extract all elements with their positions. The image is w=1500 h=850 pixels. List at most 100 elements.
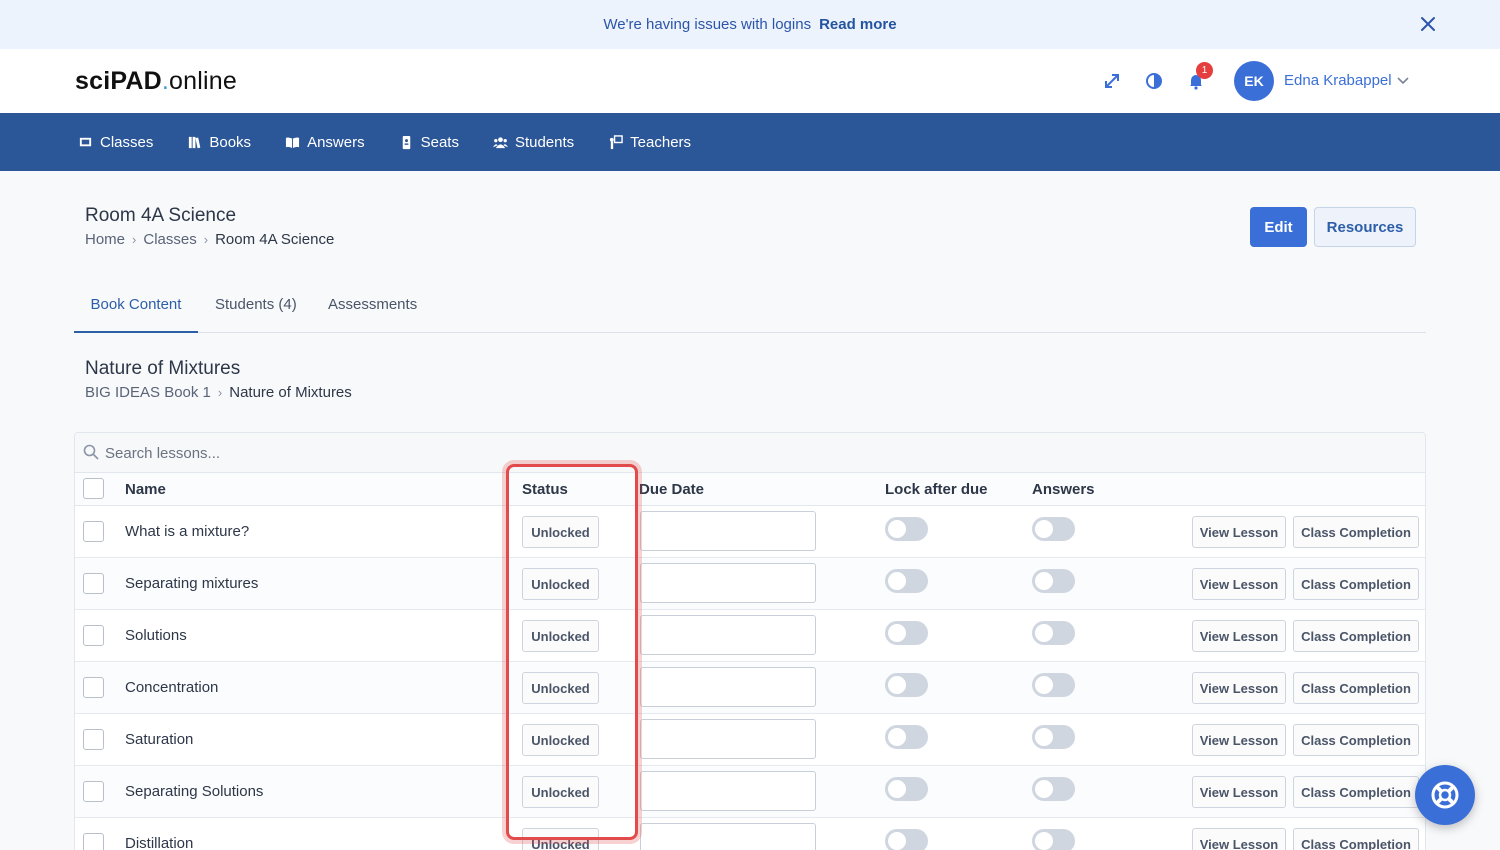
breadcrumb-section: Nature of Mixtures xyxy=(229,384,352,401)
close-icon[interactable] xyxy=(1418,14,1438,34)
class-completion-button[interactable]: Class Completion xyxy=(1293,672,1419,704)
status-button[interactable]: Unlocked xyxy=(522,828,599,850)
view-lesson-button[interactable]: View Lesson xyxy=(1192,516,1286,548)
due-date-input[interactable] xyxy=(640,511,816,551)
app-logo[interactable]: sciPAD.online xyxy=(75,67,237,96)
row-checkbox[interactable] xyxy=(83,573,104,594)
class-completion-button[interactable]: Class Completion xyxy=(1293,620,1419,652)
lessons-table: Name Status Due Date Lock after due Answ… xyxy=(74,432,1426,850)
row-checkbox[interactable] xyxy=(83,521,104,542)
user-name[interactable]: Edna Krabappel xyxy=(1284,72,1392,89)
due-date-input[interactable] xyxy=(640,823,816,850)
header-name[interactable]: Name xyxy=(125,481,166,498)
section-breadcrumb: BIG IDEAS Book 1 › Nature of Mixtures xyxy=(85,384,352,401)
status-button[interactable]: Unlocked xyxy=(522,672,599,704)
contrast-icon[interactable] xyxy=(1144,71,1164,91)
answers-toggle[interactable] xyxy=(1032,621,1075,645)
lifebuoy-icon xyxy=(1431,781,1459,809)
row-checkbox[interactable] xyxy=(83,833,104,850)
header-lock-after-due[interactable]: Lock after due xyxy=(885,481,988,498)
chevron-down-icon[interactable] xyxy=(1396,74,1410,88)
page-title: Room 4A Science xyxy=(85,205,237,226)
view-lesson-button[interactable]: View Lesson xyxy=(1192,724,1286,756)
tab-book-content[interactable]: Book Content xyxy=(74,283,198,333)
view-lesson-button[interactable]: View Lesson xyxy=(1192,828,1286,850)
lock-after-due-toggle[interactable] xyxy=(885,725,928,749)
lock-after-due-toggle[interactable] xyxy=(885,569,928,593)
nav-item-teachers[interactable]: Teachers xyxy=(608,134,691,151)
breadcrumb-classes[interactable]: Classes xyxy=(143,231,196,248)
row-checkbox[interactable] xyxy=(83,781,104,802)
view-lesson-button[interactable]: View Lesson xyxy=(1192,620,1286,652)
due-date-input[interactable] xyxy=(640,771,816,811)
class-completion-button[interactable]: Class Completion xyxy=(1293,568,1419,600)
teachers-icon xyxy=(610,134,623,149)
select-all-checkbox[interactable] xyxy=(83,478,104,499)
answers-toggle[interactable] xyxy=(1032,517,1075,541)
breadcrumb-book[interactable]: BIG IDEAS Book 1 xyxy=(85,384,211,401)
breadcrumb-current: Room 4A Science xyxy=(215,231,335,248)
lesson-name: Separating Solutions xyxy=(125,783,264,800)
tab-assessments[interactable]: Assessments xyxy=(328,283,417,333)
due-date-input[interactable] xyxy=(640,719,816,759)
lock-after-due-toggle[interactable] xyxy=(885,517,928,541)
nav-item-answers[interactable]: Answers xyxy=(285,134,365,151)
classes-icon xyxy=(79,137,92,146)
class-completion-button[interactable]: Class Completion xyxy=(1293,516,1419,548)
class-completion-button[interactable]: Class Completion xyxy=(1293,724,1419,756)
chevron-right-icon: › xyxy=(217,385,223,400)
row-checkbox[interactable] xyxy=(83,729,104,750)
status-button[interactable]: Unlocked xyxy=(522,620,599,652)
due-date-input[interactable] xyxy=(640,563,816,603)
status-button[interactable]: Unlocked xyxy=(522,776,599,808)
answers-icon xyxy=(286,137,300,148)
table-row: Separating Solutions Unlocked View Lesson C… xyxy=(75,766,1425,818)
answers-toggle[interactable] xyxy=(1032,569,1075,593)
search-bar xyxy=(75,433,1425,473)
nav-item-classes[interactable]: Classes xyxy=(78,134,153,151)
lock-after-due-toggle[interactable] xyxy=(885,621,928,645)
status-button[interactable]: Unlocked xyxy=(522,568,599,600)
read-more-link[interactable]: Read more xyxy=(819,16,897,33)
top-bar: sciPAD.online 1 EK Edna Krabappel xyxy=(0,49,1500,113)
class-completion-button[interactable]: Class Completion xyxy=(1293,828,1419,850)
section-title: Nature of Mixtures xyxy=(85,358,241,379)
nav-item-seats[interactable]: Seats xyxy=(399,134,459,151)
due-date-input[interactable] xyxy=(640,667,816,707)
avatar[interactable]: EK xyxy=(1234,61,1274,101)
header-status[interactable]: Status xyxy=(522,481,568,498)
answers-toggle[interactable] xyxy=(1032,673,1075,697)
tab-students[interactable]: Students (4) xyxy=(215,283,297,333)
class-completion-button[interactable]: Class Completion xyxy=(1293,776,1419,808)
fullscreen-icon[interactable] xyxy=(1102,71,1122,91)
answers-toggle[interactable] xyxy=(1032,725,1075,749)
main-nav: Classes Books Answers Seats Students Tea… xyxy=(0,113,1500,171)
answers-toggle[interactable] xyxy=(1032,829,1075,850)
breadcrumb-home[interactable]: Home xyxy=(85,231,125,248)
chevron-right-icon: › xyxy=(132,232,137,247)
header-due-date[interactable]: Due Date xyxy=(639,481,704,498)
edit-button[interactable]: Edit xyxy=(1250,207,1307,247)
status-button[interactable]: Unlocked xyxy=(522,516,599,548)
row-checkbox[interactable] xyxy=(83,677,104,698)
due-date-input[interactable] xyxy=(640,615,816,655)
view-lesson-button[interactable]: View Lesson xyxy=(1192,568,1286,600)
resources-button[interactable]: Resources xyxy=(1314,207,1416,247)
search-input[interactable] xyxy=(105,439,705,467)
view-lesson-button[interactable]: View Lesson xyxy=(1192,776,1286,808)
nav-item-books[interactable]: Books xyxy=(187,134,251,151)
row-checkbox[interactable] xyxy=(83,625,104,646)
table-header: Name Status Due Date Lock after due Answ… xyxy=(75,473,1425,506)
view-lesson-button[interactable]: View Lesson xyxy=(1192,672,1286,704)
notification-badge: 1 xyxy=(1196,62,1213,79)
status-button[interactable]: Unlocked xyxy=(522,724,599,756)
nav-item-students[interactable]: Students xyxy=(492,134,574,151)
lock-after-due-toggle[interactable] xyxy=(885,673,928,697)
content-tabs: Book Content Students (4) Assessments xyxy=(74,283,1426,333)
answers-toggle[interactable] xyxy=(1032,777,1075,801)
lock-after-due-toggle[interactable] xyxy=(885,829,928,850)
lesson-name: Separating mixtures xyxy=(125,575,259,592)
header-answers[interactable]: Answers xyxy=(1032,481,1095,498)
help-button[interactable] xyxy=(1415,765,1475,825)
lock-after-due-toggle[interactable] xyxy=(885,777,928,801)
